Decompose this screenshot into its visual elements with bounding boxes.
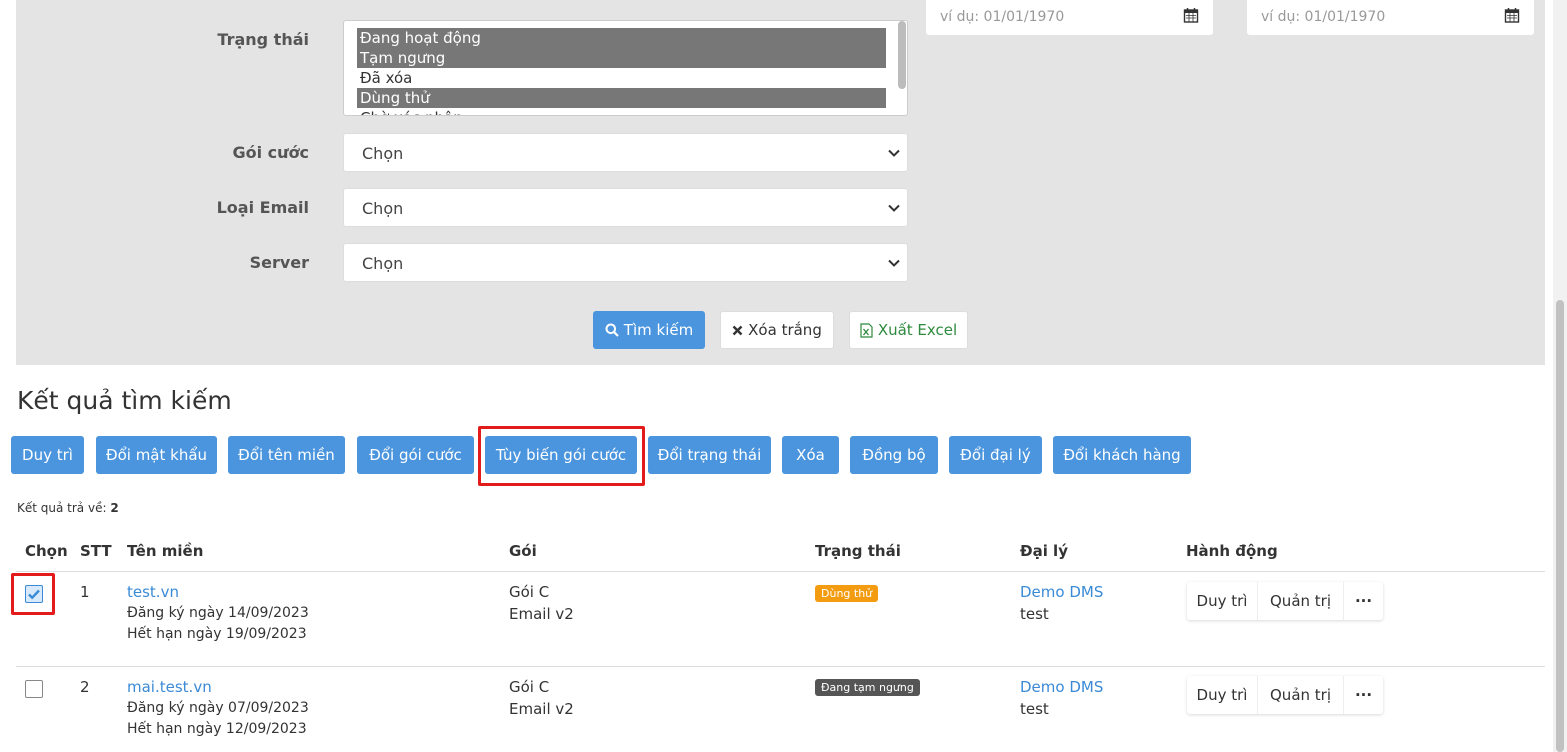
registered-date: Đăng ký ngày 07/09/2023 bbox=[127, 700, 309, 716]
search-button[interactable]: Tìm kiếm bbox=[593, 311, 705, 349]
maintain-button[interactable]: Duy trì bbox=[11, 436, 84, 474]
date-from-placeholder: ví dụ: 01/01/1970 bbox=[940, 9, 1065, 25]
row-checkbox[interactable] bbox=[25, 680, 43, 698]
email-type-select-value: Chọn bbox=[362, 199, 404, 218]
delete-button[interactable]: Xóa bbox=[782, 436, 839, 474]
package-name: Gói C bbox=[509, 583, 550, 601]
domain-link[interactable]: mai.test.vn bbox=[127, 676, 309, 698]
column-header-package: Gói bbox=[509, 542, 537, 560]
results-table: Chọn STT Tên miền Gói Trạng thái Đại lý … bbox=[11, 530, 1545, 752]
email-type-label: Loại Email bbox=[216, 198, 309, 217]
search-button-label: Tìm kiếm bbox=[623, 321, 694, 339]
chevron-down-icon bbox=[888, 259, 900, 267]
chevron-down-icon bbox=[888, 204, 900, 212]
package-label: Gói cước bbox=[232, 143, 309, 162]
calendar-icon[interactable] bbox=[1504, 7, 1520, 23]
header-divider bbox=[16, 571, 1545, 572]
column-header-agent: Đại lý bbox=[1020, 542, 1068, 560]
row-domain-cell: test.vn Đăng ký ngày 14/09/2023 Hết hạn … bbox=[127, 581, 309, 645]
calendar-icon[interactable] bbox=[1183, 7, 1199, 23]
row-divider bbox=[16, 666, 1545, 667]
date-to-input[interactable]: ví dụ: 01/01/1970 bbox=[1247, 0, 1534, 35]
status-badge: Dùng thử bbox=[815, 585, 879, 602]
server-select-value: Chọn bbox=[362, 254, 404, 273]
close-icon bbox=[732, 325, 743, 335]
clear-button-label: Xóa trắng bbox=[748, 321, 822, 339]
change-agent-button[interactable]: Đổi đại lý bbox=[949, 436, 1042, 474]
highlight-customize-package bbox=[478, 426, 645, 486]
change-password-button[interactable]: Đổi mật khẩu bbox=[96, 436, 217, 474]
customer-name: test bbox=[1020, 700, 1049, 718]
status-option-deleted[interactable]: Đã xóa bbox=[357, 68, 886, 88]
row-maintain-button[interactable]: Duy trì bbox=[1187, 676, 1258, 714]
date-from-input[interactable]: ví dụ: 01/01/1970 bbox=[926, 0, 1213, 35]
clear-button[interactable]: Xóa trắng bbox=[720, 311, 834, 349]
package-name: Gói C bbox=[509, 678, 550, 696]
server-select[interactable]: Chọn bbox=[343, 243, 908, 282]
results-title: Kết quả tìm kiếm bbox=[17, 386, 232, 415]
change-customer-button[interactable]: Đổi khách hàng bbox=[1053, 436, 1191, 474]
status-option-pending[interactable]: Chờ xác nhận bbox=[357, 108, 886, 115]
result-count-label: Kết quả trả về: bbox=[17, 501, 107, 515]
export-excel-button[interactable]: Xuất Excel bbox=[849, 311, 968, 349]
column-header-domain: Tên miền bbox=[127, 542, 204, 560]
page-scrollbar[interactable] bbox=[1553, 0, 1567, 752]
row-package-cell: Gói C Email v2 bbox=[509, 676, 574, 720]
change-domain-button[interactable]: Đổi tên miền bbox=[228, 436, 345, 474]
expiry-date: Hết hạn ngày 12/09/2023 bbox=[127, 721, 307, 737]
row-actions: Duy trì Quản trị ··· bbox=[1187, 676, 1383, 714]
listbox-scrollbar[interactable] bbox=[898, 21, 906, 89]
row-admin-button[interactable]: Quản trị bbox=[1258, 676, 1344, 714]
status-badge: Đang tạm ngưng bbox=[815, 679, 920, 696]
row-more-button[interactable]: ··· bbox=[1344, 676, 1383, 714]
column-header-stt: STT bbox=[80, 542, 112, 560]
date-to-placeholder: ví dụ: 01/01/1970 bbox=[1261, 9, 1386, 25]
server-label: Server bbox=[249, 253, 309, 272]
status-label: Trạng thái bbox=[217, 30, 309, 49]
column-header-actions: Hành động bbox=[1186, 542, 1278, 560]
excel-file-icon bbox=[860, 322, 873, 338]
result-count-value: 2 bbox=[110, 501, 119, 515]
status-option-trial[interactable]: Dùng thử bbox=[357, 88, 886, 108]
package-select-value: Chọn bbox=[362, 144, 404, 163]
email-type-select[interactable]: Chọn bbox=[343, 188, 908, 227]
expiry-date: Hết hạn ngày 19/09/2023 bbox=[127, 626, 307, 642]
change-status-button[interactable]: Đổi trạng thái bbox=[648, 436, 771, 474]
page-scrollbar-thumb[interactable] bbox=[1556, 300, 1564, 752]
chevron-down-icon bbox=[888, 149, 900, 157]
domain-link[interactable]: test.vn bbox=[127, 581, 309, 603]
customer-name: test bbox=[1020, 605, 1049, 623]
column-header-status: Trạng thái bbox=[815, 542, 901, 560]
row-agent-cell: Demo DMS test bbox=[1020, 581, 1103, 625]
filter-panel: Trạng thái Đang hoạt động Tạm ngưng Đã x… bbox=[16, 0, 1545, 365]
registered-date: Đăng ký ngày 14/09/2023 bbox=[127, 605, 309, 621]
row-maintain-button[interactable]: Duy trì bbox=[1187, 582, 1258, 620]
email-version: Email v2 bbox=[509, 605, 574, 623]
row-domain-cell: mai.test.vn Đăng ký ngày 07/09/2023 Hết … bbox=[127, 676, 309, 740]
row-admin-button[interactable]: Quản trị bbox=[1258, 582, 1344, 620]
export-excel-label: Xuất Excel bbox=[877, 321, 958, 339]
row-more-button[interactable]: ··· bbox=[1344, 582, 1383, 620]
row-stt: 2 bbox=[80, 678, 90, 696]
row-stt: 1 bbox=[80, 583, 90, 601]
change-package-button[interactable]: Đổi gói cước bbox=[357, 436, 474, 474]
agent-link[interactable]: Demo DMS bbox=[1020, 676, 1103, 698]
result-count: Kết quả trả về: 2 bbox=[17, 501, 119, 515]
package-select[interactable]: Chọn bbox=[343, 133, 908, 172]
row-agent-cell: Demo DMS test bbox=[1020, 676, 1103, 720]
column-header-select: Chọn bbox=[25, 542, 68, 560]
email-version: Email v2 bbox=[509, 700, 574, 718]
row-actions: Duy trì Quản trị ··· bbox=[1187, 582, 1383, 620]
search-icon bbox=[605, 323, 619, 337]
status-option-active[interactable]: Đang hoạt động bbox=[357, 28, 886, 48]
agent-link[interactable]: Demo DMS bbox=[1020, 581, 1103, 603]
row-package-cell: Gói C Email v2 bbox=[509, 581, 574, 625]
status-option-suspended[interactable]: Tạm ngưng bbox=[357, 48, 886, 68]
sync-button[interactable]: Đồng bộ bbox=[850, 436, 938, 474]
status-listbox[interactable]: Đang hoạt động Tạm ngưng Đã xóa Dùng thử… bbox=[343, 20, 908, 116]
highlight-row-checkbox bbox=[11, 573, 55, 615]
